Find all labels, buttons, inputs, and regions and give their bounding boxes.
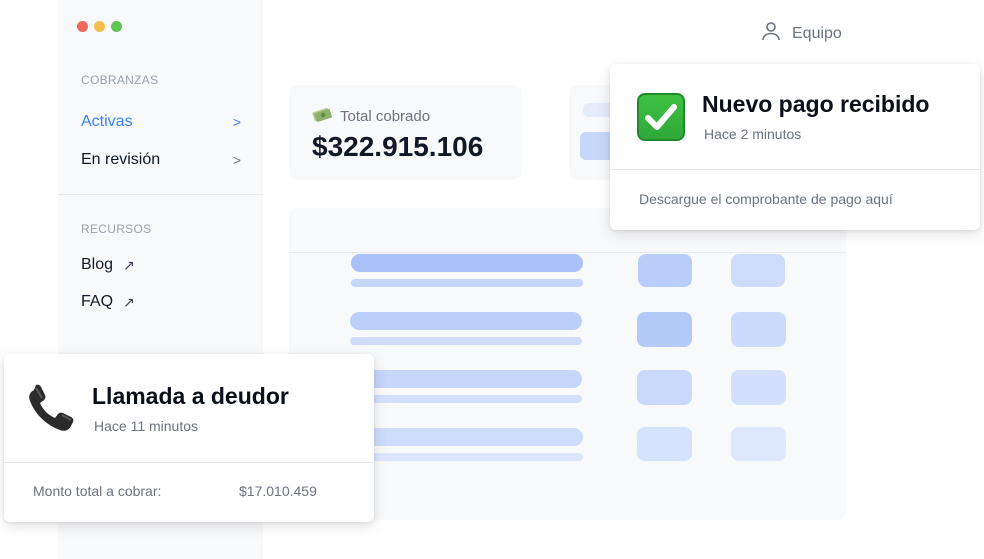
- user-icon: [760, 20, 782, 47]
- sidebar-item-label: Blog: [81, 256, 114, 273]
- notification-title: Nuevo pago recibido: [702, 91, 930, 117]
- external-link-icon: ↗: [123, 256, 135, 273]
- amount-value: $17.010.459: [239, 483, 317, 499]
- skeleton-pill: [638, 254, 692, 287]
- skeleton-pill: [637, 427, 692, 461]
- close-dot[interactable]: [77, 21, 88, 32]
- sidebar-divider: [58, 194, 263, 195]
- amount-label: Monto total a cobrar:: [33, 483, 162, 499]
- notification-title: Llamada a deudor: [92, 383, 289, 409]
- team-label: Equipo: [792, 24, 842, 42]
- chevron-right-icon: >: [232, 152, 241, 168]
- skeleton-bar: [351, 395, 582, 403]
- sidebar-item-label: Activas: [81, 113, 133, 130]
- sidebar-item-label: FAQ: [81, 293, 114, 310]
- telephone-icon: [26, 384, 78, 439]
- maximize-dot[interactable]: [111, 21, 122, 32]
- skeleton-bar: [351, 254, 583, 272]
- skeleton-pill: [637, 370, 692, 405]
- chevron-right-icon: >: [232, 114, 241, 130]
- download-receipt-link[interactable]: Descargue el comprobante de pago aquí: [639, 191, 893, 207]
- skeleton-bar: [350, 337, 582, 345]
- skeleton-pill: [731, 427, 786, 461]
- section-label-recursos: RECURSOS: [81, 222, 152, 236]
- skeleton-bar: [351, 453, 583, 461]
- skeleton-bar: [350, 312, 582, 330]
- sidebar-item-label: En revisión: [81, 151, 161, 168]
- sidebar-item-blog[interactable]: Blog ↗: [81, 256, 135, 274]
- notification-divider: [4, 462, 374, 463]
- sidebar-item-en-revision[interactable]: En revisión >: [81, 151, 241, 169]
- skeleton-pill: [731, 254, 785, 287]
- stat-value: $322.915.106: [312, 131, 484, 162]
- total-collected-card: Total cobrado $322.915.106: [289, 85, 521, 180]
- minimize-dot[interactable]: [94, 21, 105, 32]
- check-mark-icon: [637, 93, 685, 141]
- notification-time: Hace 11 minutos: [94, 418, 199, 434]
- team-menu[interactable]: Equipo: [760, 20, 842, 47]
- window-controls: [77, 21, 122, 32]
- skeleton-pill: [731, 312, 786, 347]
- skeleton-bar: [351, 428, 583, 446]
- skeleton-bar: [351, 370, 582, 388]
- skeleton-pill: [731, 370, 786, 405]
- notification-time: Hace 2 minutos: [704, 126, 802, 142]
- external-link-icon: ↗: [123, 293, 135, 310]
- notification-divider: [610, 169, 980, 170]
- call-notification[interactable]: Llamada a deudor Hace 11 minutos Monto t…: [4, 354, 374, 522]
- skeleton-bar: [351, 279, 583, 287]
- table-header-divider: [289, 252, 846, 253]
- sidebar-item-activas[interactable]: Activas >: [81, 113, 241, 131]
- sidebar-item-faq[interactable]: FAQ ↗: [81, 293, 135, 311]
- skeleton-pill: [637, 312, 692, 347]
- section-label-cobranzas: COBRANZAS: [81, 73, 159, 87]
- stat-label: Total cobrado: [340, 108, 431, 125]
- money-icon: [312, 105, 332, 128]
- payment-notification[interactable]: Nuevo pago recibido Hace 2 minutos Desca…: [610, 64, 980, 230]
